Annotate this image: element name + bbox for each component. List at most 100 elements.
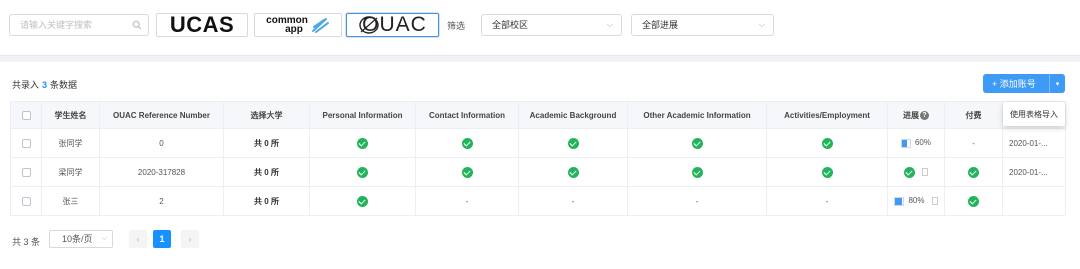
check-circle-icon bbox=[357, 137, 368, 149]
other-status bbox=[627, 157, 767, 187]
student-name[interactable]: 张同学 bbox=[41, 128, 100, 158]
check-circle-icon bbox=[357, 166, 368, 178]
add-account-dropdown-toggle[interactable]: ▾ bbox=[1049, 74, 1065, 93]
table-header-row: 学生姓名 OUAC Reference Number 选择大学 Personal… bbox=[10, 101, 1066, 129]
check-circle-icon bbox=[968, 195, 979, 207]
row-checkbox[interactable] bbox=[21, 196, 31, 206]
record-count-number: 3 bbox=[42, 80, 48, 90]
add-account-label: 添加账号 bbox=[999, 79, 1036, 89]
next-page-button[interactable]: › bbox=[181, 230, 199, 248]
chevron-down-icon: ⌵ bbox=[606, 20, 613, 29]
university-count: 共 0 所 bbox=[223, 186, 310, 216]
row-select-cell[interactable] bbox=[10, 128, 42, 158]
select-all-cell[interactable] bbox=[10, 101, 42, 129]
ucas-logo-button[interactable]: UCAS bbox=[156, 12, 248, 37]
check-circle-icon bbox=[904, 166, 915, 178]
search-box[interactable] bbox=[9, 14, 149, 36]
ouac-ref: 2 bbox=[99, 186, 224, 216]
check-circle-icon bbox=[357, 195, 368, 207]
progress-cell bbox=[887, 157, 945, 187]
chevron-down-icon: ⌵ bbox=[101, 235, 107, 242]
col-activities[interactable]: Activities/Employment bbox=[766, 101, 888, 129]
ouac-ref: 0 bbox=[99, 128, 224, 158]
contact-status bbox=[415, 157, 519, 187]
help-icon[interactable]: ? bbox=[920, 110, 929, 120]
import-from-table-menu-item[interactable]: 使用表格导入 bbox=[1003, 102, 1065, 126]
progress-select[interactable]: 全部进展 ⌵ bbox=[631, 14, 774, 36]
check-circle-icon bbox=[567, 137, 579, 149]
payment-status bbox=[944, 157, 1003, 187]
add-account-button[interactable]: + 添加账号 ▾ bbox=[983, 74, 1065, 93]
col-personal-info[interactable]: Personal Information bbox=[309, 101, 416, 129]
activities-status bbox=[766, 128, 888, 158]
personal-status bbox=[309, 157, 416, 187]
ouac-logo-text: OUAC bbox=[362, 13, 427, 36]
page-size-value: 10条/页 bbox=[62, 234, 93, 244]
row-checkbox[interactable] bbox=[21, 138, 31, 148]
campus-select[interactable]: 全部校区 ⌵ bbox=[481, 14, 622, 36]
check-circle-icon bbox=[968, 166, 979, 178]
commonapp-logo-line2: app bbox=[285, 24, 303, 35]
progress-bar-fill bbox=[901, 139, 907, 147]
add-account-main[interactable]: + 添加账号 bbox=[983, 77, 1049, 90]
record-count-suffix: 条数据 bbox=[50, 80, 78, 90]
progress-bar bbox=[900, 138, 911, 148]
row-select-cell[interactable] bbox=[10, 186, 42, 216]
page-size-select[interactable]: 10条/页 ⌵ bbox=[49, 230, 113, 248]
student-list-panel: 共录入 3 条数据 + 添加账号 ▾ 使用表格导入 学生姓名 OUAC Refere… bbox=[0, 62, 1080, 269]
col-academic-background[interactable]: Academic Background bbox=[518, 101, 628, 129]
ucas-logo-text: UCAS bbox=[169, 12, 235, 37]
commonapp-logo-button[interactable]: common app bbox=[254, 13, 342, 37]
select-all-checkbox[interactable] bbox=[21, 110, 31, 120]
student-name[interactable]: 张三 bbox=[41, 186, 100, 216]
record-count: 共录入 3 条数据 bbox=[12, 78, 77, 91]
check-circle-icon bbox=[461, 166, 473, 178]
created-date: 2020-01-... bbox=[1002, 128, 1066, 158]
col-payment[interactable]: 付费 bbox=[944, 101, 1003, 129]
academic-status: - bbox=[518, 186, 628, 216]
col-other-academic[interactable]: Other Academic Information bbox=[627, 101, 767, 129]
col-progress-label: 进展 bbox=[903, 110, 919, 120]
ouac-ref: 2020-317828 bbox=[99, 157, 224, 187]
payment-status bbox=[944, 186, 1003, 216]
commonapp-swoosh-icon bbox=[311, 18, 329, 33]
table-row[interactable]: 梁同学 2020-317828 共 0 所 2020-01-... bbox=[10, 157, 1066, 187]
student-table: 学生姓名 OUAC Reference Number 选择大学 Personal… bbox=[10, 101, 1066, 216]
page-1-button[interactable]: 1 bbox=[153, 230, 171, 248]
university-count: 共 0 所 bbox=[223, 157, 310, 187]
prev-page-button[interactable]: ‹ bbox=[129, 230, 147, 248]
document-icon[interactable] bbox=[922, 168, 928, 176]
col-progress[interactable]: 进展? bbox=[887, 101, 945, 129]
contact-status bbox=[415, 128, 519, 158]
row-select-cell[interactable] bbox=[10, 157, 42, 187]
document-icon[interactable] bbox=[931, 197, 938, 206]
search-input[interactable] bbox=[10, 15, 125, 35]
col-ouac-ref[interactable]: OUAC Reference Number bbox=[99, 101, 224, 129]
table-row[interactable]: 张同学 0 共 0 所 60% -2020-01-... bbox=[10, 128, 1066, 158]
col-university[interactable]: 选择大学 bbox=[223, 101, 310, 129]
other-status: - bbox=[627, 186, 767, 216]
progress-bar bbox=[894, 196, 905, 206]
table-row[interactable]: 张三 2 共 0 所 - - - -80% bbox=[10, 186, 1066, 216]
progress-value: 80% bbox=[908, 196, 925, 206]
check-circle-icon bbox=[821, 166, 833, 178]
row-checkbox[interactable] bbox=[21, 167, 31, 177]
chevron-down-icon: ▾ bbox=[1055, 80, 1060, 88]
check-circle-icon bbox=[567, 166, 579, 178]
created-date bbox=[1002, 186, 1066, 216]
progress-bar-fill bbox=[895, 197, 902, 205]
progress-select-value: 全部进展 bbox=[642, 20, 679, 30]
activities-status bbox=[766, 157, 888, 187]
filter-label: 筛选 bbox=[447, 21, 466, 31]
col-student-name[interactable]: 学生姓名 bbox=[41, 101, 100, 129]
created-date: 2020-01-... bbox=[1002, 157, 1066, 187]
col-contact-info[interactable]: Contact Information bbox=[415, 101, 519, 129]
progress-cell: 80% bbox=[887, 186, 945, 216]
search-icon[interactable] bbox=[132, 20, 142, 30]
import-from-table-label: 使用表格导入 bbox=[1010, 109, 1058, 119]
contact-status: - bbox=[415, 186, 519, 216]
student-name[interactable]: 梁同学 bbox=[41, 157, 100, 187]
campus-select-value: 全部校区 bbox=[492, 20, 529, 30]
ouac-logo-button[interactable]: OUAC bbox=[346, 13, 439, 37]
personal-status bbox=[309, 128, 416, 158]
